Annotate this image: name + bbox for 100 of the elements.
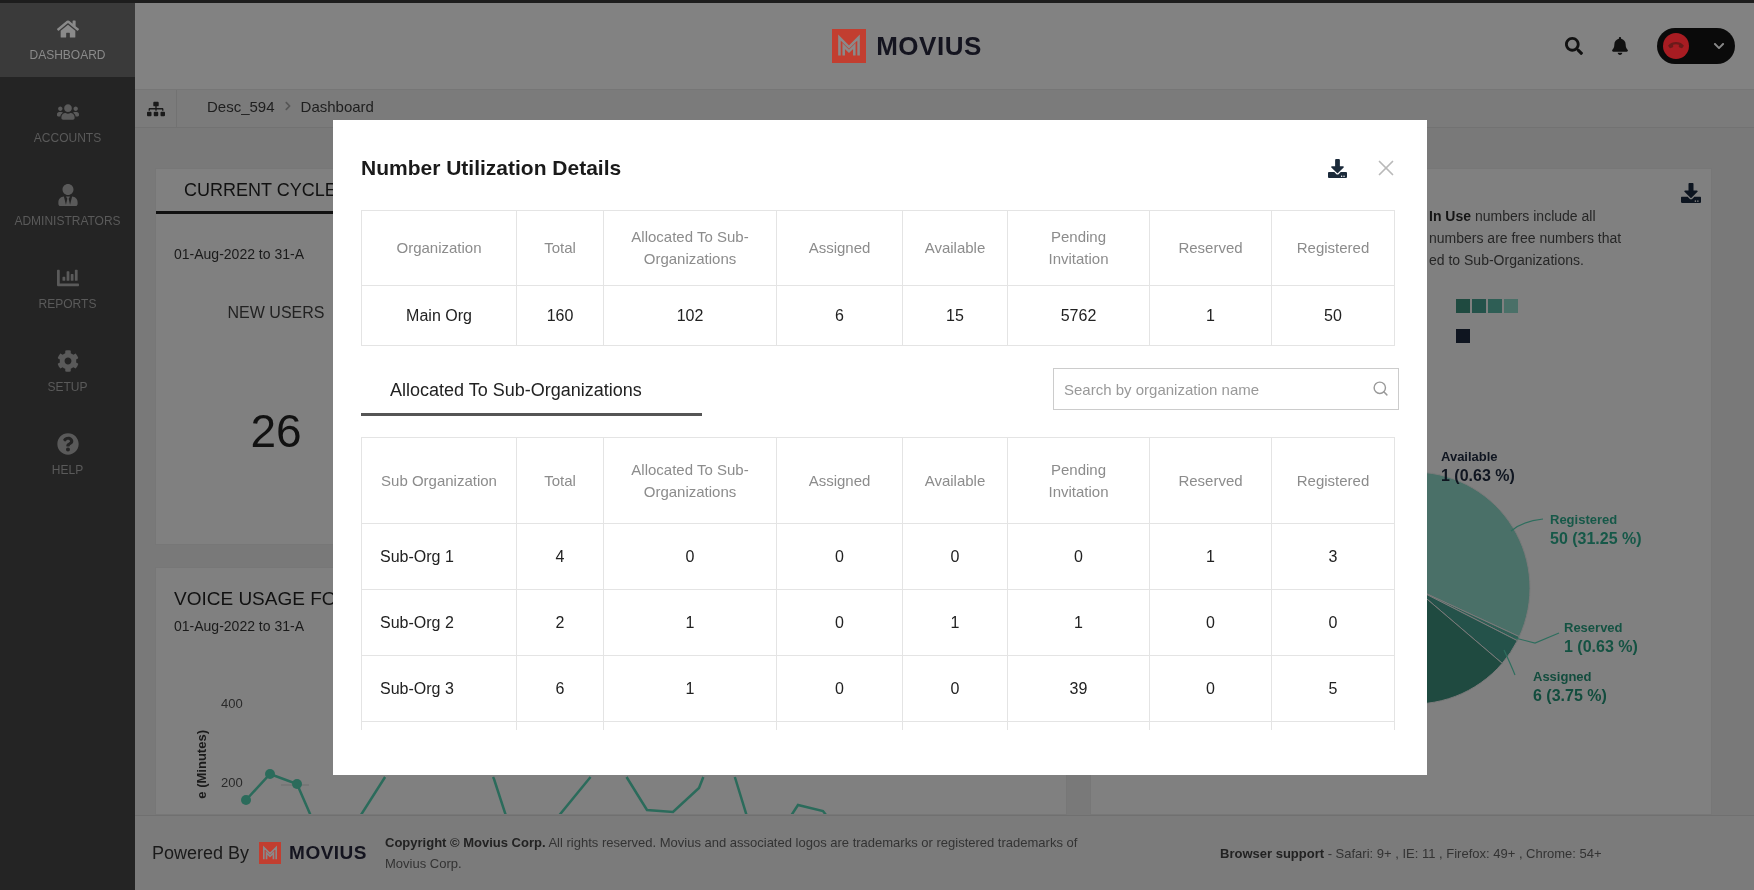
- leader-line: [1510, 518, 1544, 532]
- column-header: Available: [902, 210, 1008, 286]
- download-icon: [1328, 158, 1347, 178]
- column-header: Allocated To Sub-Organizations: [603, 437, 777, 524]
- pie-value: 1 (0.63 %): [1441, 467, 1515, 485]
- table-cell: 0: [603, 523, 777, 590]
- copyright-text: Copyright © Movius Corp. All rights reserved. Movius and associated logos are trademarks or registered trademarks of Movius Corp.: [385, 834, 1079, 873]
- data-point: [241, 795, 251, 805]
- chevron-icon: [282, 101, 293, 111]
- table-cell: 3: [1271, 523, 1395, 590]
- pie-value: 1 (0.63 %): [1564, 638, 1638, 656]
- org-tree-icon[interactable]: [146, 99, 165, 118]
- leader-line: [1503, 649, 1516, 676]
- sidebar-item[interactable]: DASHBOARD: [0, 3, 135, 77]
- table-cell: 1: [1149, 285, 1272, 346]
- pie-label: Reserved: [1564, 620, 1623, 635]
- axis-tick: 200: [221, 775, 244, 790]
- table-cell: 0: [1271, 589, 1395, 656]
- table-cell: 6: [516, 655, 604, 722]
- data-point: [265, 769, 275, 779]
- caret-icon: [1713, 40, 1725, 52]
- table-cell: 1: [1149, 523, 1272, 590]
- search-icon[interactable]: [1565, 37, 1583, 55]
- breadcrumb-link[interactable]: Desc_594: [207, 98, 275, 115]
- pie-label: Registered: [1550, 512, 1618, 527]
- table-cell: 50: [1271, 285, 1395, 346]
- search-icon: [1372, 380, 1389, 397]
- table-cell: 1: [603, 589, 777, 656]
- logo-icon: [259, 842, 282, 864]
- column-header: Assigned: [776, 210, 903, 286]
- note-line: In Use numbers include all: [1429, 207, 1596, 225]
- table-cell: 102: [603, 285, 777, 346]
- pie-label: Assigned: [1533, 669, 1592, 684]
- column-header: Reserved: [1149, 210, 1272, 286]
- breadcrumb-link[interactable]: Dashboard: [300, 98, 374, 115]
- table-cell: 6: [776, 285, 903, 346]
- metric-value: 26: [250, 404, 302, 458]
- table-cell: 0: [776, 523, 903, 590]
- leader-line: [1514, 632, 1560, 644]
- call-menu-button[interactable]: [1657, 28, 1735, 64]
- logo-text: MOVIUS: [289, 842, 367, 864]
- sidebar-label: DASHBOARD: [29, 48, 106, 62]
- date-range: 01-Aug-2022 to 31-A: [174, 618, 304, 634]
- column-header: Registered: [1271, 437, 1395, 524]
- date-range: 01-Aug-2022 to 31-A: [174, 246, 304, 262]
- modal-title: Number Utilization Details: [361, 156, 623, 180]
- nav-icon: [56, 350, 79, 372]
- table-cell: 39: [1007, 655, 1150, 722]
- table-cell: 15: [902, 285, 1008, 346]
- axis-tick: 400: [221, 696, 244, 711]
- pie-value: 50 (31.25 %): [1550, 530, 1642, 548]
- table-cell: 2: [516, 589, 604, 656]
- nav-icon: [56, 184, 79, 206]
- download-button[interactable]: [1328, 158, 1347, 178]
- column-header: Pending Invitation: [1007, 437, 1150, 524]
- table-cell: 4: [516, 523, 604, 590]
- search-field[interactable]: Search by organization name: [1053, 368, 1399, 410]
- table-cell: 0: [1149, 589, 1272, 656]
- bell-icon[interactable]: [1611, 37, 1629, 55]
- table-cell: Sub-Org 3: [361, 655, 517, 722]
- phone-icon: [1663, 33, 1689, 59]
- table-cell: 5762: [1007, 285, 1150, 346]
- table-cell: 0: [1007, 523, 1150, 590]
- browser-support-text: Browser support - Safari: 9+ , IE: 11 , Firefox: 49+ , Chrome: 54+: [1220, 844, 1603, 863]
- axis-title: e (Minutes): [194, 730, 209, 799]
- column-header: Assigned: [776, 437, 903, 524]
- download-icon: [1681, 183, 1701, 203]
- table-cell: Sub-Org 2: [361, 589, 517, 656]
- table-cell: 1: [1007, 589, 1150, 656]
- note-line: numbers are free numbers that: [1429, 229, 1622, 247]
- nav-icon: [56, 101, 79, 123]
- nav-icon: [56, 18, 79, 40]
- column-header: Pending Invitation: [1007, 210, 1150, 286]
- table-cell: 0: [776, 589, 903, 656]
- metric-label: NEW USERS: [227, 304, 325, 322]
- column-header: Registered: [1271, 210, 1395, 286]
- nav-icon: [56, 433, 79, 455]
- powered-by-text: Powered By: [152, 842, 250, 864]
- logo-icon: [832, 29, 867, 63]
- tab[interactable]: Allocated To Sub-Organizations: [361, 368, 702, 416]
- table-cell: 1: [902, 589, 1008, 656]
- data-point: [292, 779, 302, 789]
- column-header: Total: [516, 210, 604, 286]
- column-header: Available: [902, 437, 1008, 524]
- note-line: ed to Sub-Organizations.: [1429, 251, 1584, 269]
- nav-icon: [56, 267, 79, 289]
- table-cell: Main Org: [361, 285, 517, 346]
- table-cell: 0: [902, 523, 1008, 590]
- logo-text: MOVIUS: [876, 30, 982, 62]
- table-cell: 0: [1149, 655, 1272, 722]
- table-cell: 160: [516, 285, 604, 346]
- column-header: Allocated To Sub-Organizations: [603, 210, 777, 286]
- column-header: Total: [516, 437, 604, 524]
- table-cell: 5: [1271, 655, 1395, 722]
- pie-value: 6 (3.75 %): [1533, 687, 1607, 705]
- table-cell: Sub-Org 1: [361, 523, 517, 590]
- pie-label: Available: [1441, 449, 1498, 464]
- table-cell: 0: [902, 655, 1008, 722]
- table-cell: 0: [776, 655, 903, 722]
- column-header: Organization: [361, 210, 517, 286]
